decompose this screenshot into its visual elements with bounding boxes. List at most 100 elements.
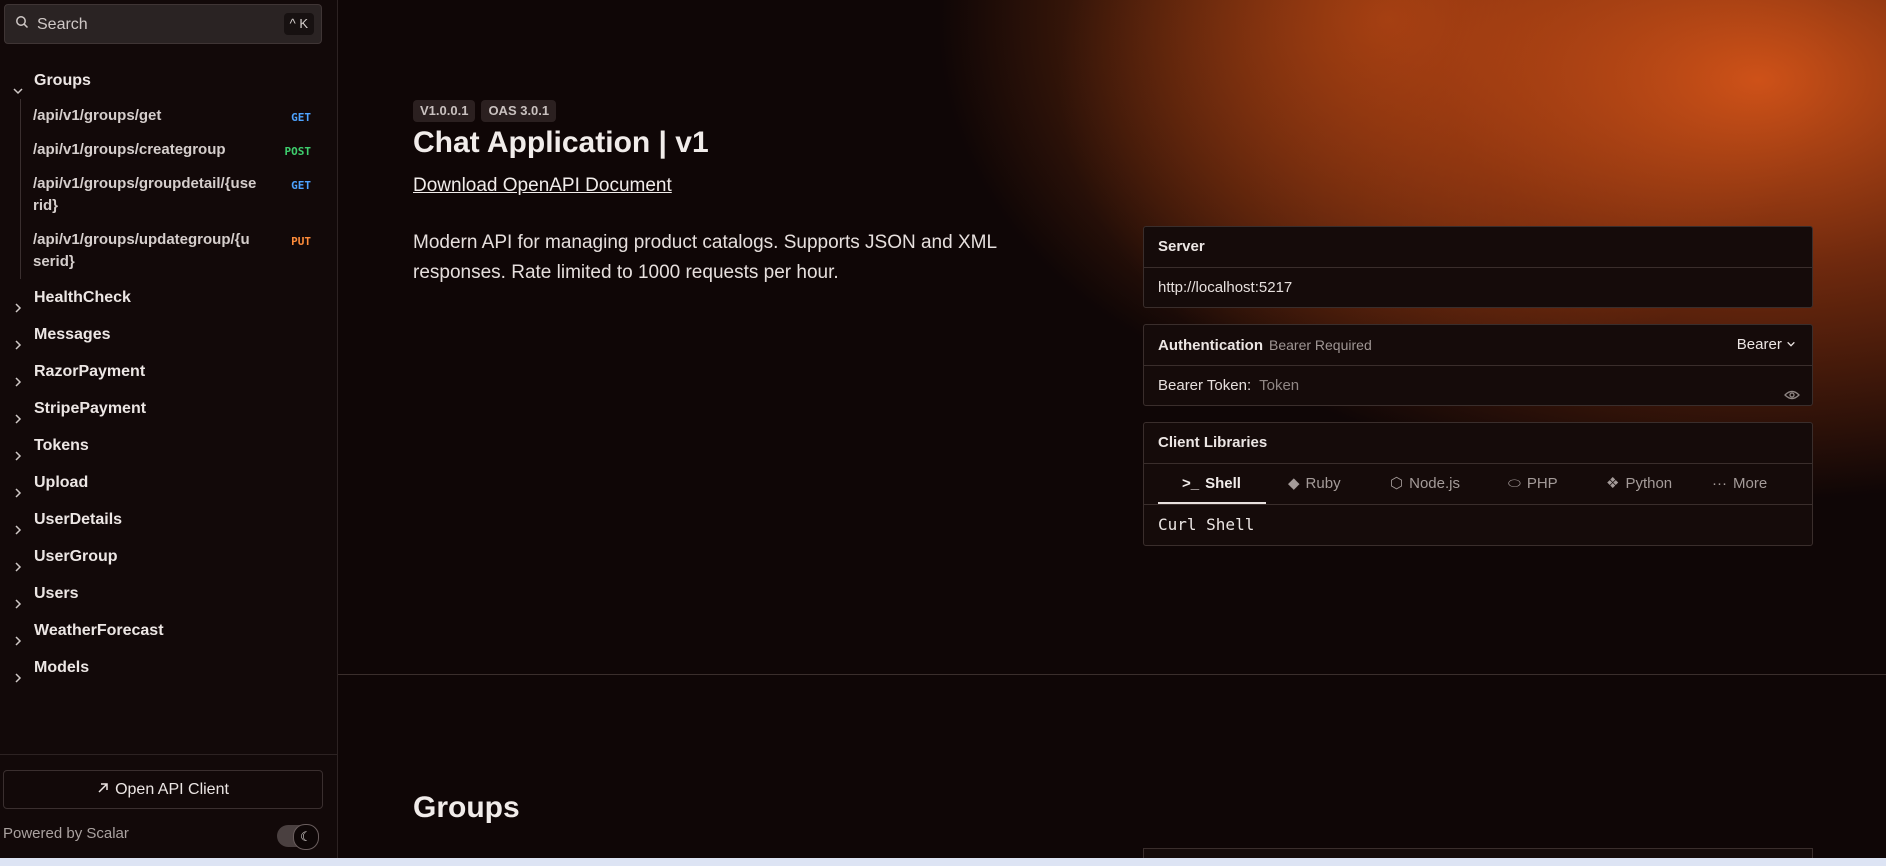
oas-badge: OAS 3.0.1 — [481, 100, 557, 122]
python-icon: ❖ — [1606, 475, 1620, 492]
ellipsis-icon: ··· — [1712, 475, 1727, 492]
sidebar-group-label: Users — [34, 585, 79, 602]
sidebar-group-models[interactable]: Models — [0, 649, 337, 686]
code-snippet: Curl Shell — [1158, 515, 1255, 534]
sidebar-group-userdetails[interactable]: UserDetails — [0, 501, 337, 538]
sidebar-group-label: StripePayment — [34, 400, 147, 417]
sidebar-footer: Open API Client Powered by Scalar ☾ — [0, 754, 337, 859]
client-libraries-label: Client Libraries — [1144, 423, 1812, 464]
sidebar-group-label: Messages — [34, 326, 111, 343]
tab-more[interactable]: ··· More — [1712, 464, 1767, 504]
sidebar-group-weatherforecast[interactable]: WeatherForecast — [0, 612, 337, 649]
authentication-label: Authentication — [1158, 337, 1263, 354]
sidebar-group-label: Tokens — [34, 437, 89, 454]
sidebar-group-label: UserDetails — [34, 511, 123, 528]
bearer-token-placeholder: Token — [1259, 377, 1300, 394]
sidebar-group-messages[interactable]: Messages — [0, 316, 337, 353]
sidebar-group-label: HealthCheck — [34, 289, 131, 306]
sidebar-item-groups-updategroup[interactable]: /api/v1/groups/updategroup/{userid} PUT — [21, 223, 337, 279]
tab-shell[interactable]: >_ Shell — [1182, 464, 1241, 504]
tab-label: Node.js — [1409, 475, 1460, 492]
chevron-right-icon — [12, 661, 24, 698]
search-placeholder: Search — [37, 16, 88, 33]
tab-python[interactable]: ❖ Python — [1606, 464, 1672, 504]
sidebar-group-label: RazorPayment — [34, 363, 146, 380]
sidebar: Search ^ K Groups /api/v1/groups/get GET… — [0, 0, 338, 858]
tab-label: Python — [1625, 475, 1673, 492]
tab-label: Shell — [1205, 475, 1241, 492]
sidebar-group-usergroup[interactable]: UserGroup — [0, 538, 337, 575]
sidebar-group-razorpayment[interactable]: RazorPayment — [0, 353, 337, 390]
chevron-down-icon — [1786, 336, 1796, 353]
open-api-client-label: Open API Client — [115, 781, 229, 798]
server-url-select[interactable]: http://localhost:5217 — [1144, 268, 1812, 307]
client-libraries-card: Client Libraries >_ Shell ◆ Ruby ⬡ Node.js … — [1143, 422, 1813, 546]
server-card: Server http://localhost:5217 — [1143, 226, 1813, 308]
php-icon: ⬭ — [1508, 475, 1521, 492]
search-input[interactable]: Search ^ K — [4, 4, 322, 44]
sidebar-group-upload[interactable]: Upload — [0, 464, 337, 501]
active-tab-indicator — [1158, 502, 1266, 504]
search-icon — [15, 15, 29, 34]
tab-nodejs[interactable]: ⬡ Node.js — [1390, 464, 1460, 504]
tab-ruby[interactable]: ◆ Ruby — [1288, 464, 1341, 504]
sidebar-nav: Groups /api/v1/groups/get GET /api/v1/gr… — [0, 62, 337, 686]
download-openapi-link[interactable]: Download OpenAPI Document — [413, 175, 672, 197]
sidebar-group-groups[interactable]: Groups — [0, 62, 337, 99]
method-badge: GET — [291, 179, 311, 192]
open-api-client-button[interactable]: Open API Client — [3, 770, 323, 809]
terminal-icon: >_ — [1182, 475, 1200, 492]
page-title: Chat Application | v1 — [413, 126, 709, 159]
nodejs-icon: ⬡ — [1390, 475, 1404, 492]
authentication-card: Authentication Bearer Required Bearer Bea… — [1143, 324, 1813, 406]
sidebar-collapsed-groups: HealthCheck Messages RazorPayment StripePay… — [0, 279, 337, 686]
endpoint-card-edge — [1143, 848, 1813, 858]
taskbar-edge — [0, 858, 1886, 866]
client-library-tabs: >_ Shell ◆ Ruby ⬡ Node.js ⬭ PHP ❖ Python ··· M… — [1144, 464, 1812, 505]
auth-scheme-value: Bearer — [1736, 336, 1782, 353]
sidebar-group-healthcheck[interactable]: HealthCheck — [0, 279, 337, 316]
sidebar-item-groups-creategroup[interactable]: /api/v1/groups/creategroup POST — [21, 133, 337, 167]
sidebar-group-label: Models — [34, 659, 90, 676]
sidebar-item-groups-groupdetail[interactable]: /api/v1/groups/groupdetail/{userid} GET — [21, 167, 337, 223]
sidebar-group-label: Groups — [34, 72, 91, 89]
endpoint-path: /api/v1/groups/creategroup — [33, 141, 226, 158]
eye-icon[interactable] — [1784, 378, 1800, 417]
method-badge: GET — [291, 111, 311, 124]
endpoint-path: /api/v1/groups/updategroup/{userid} — [33, 231, 250, 270]
bearer-token-field[interactable]: Bearer Token: Token — [1144, 366, 1812, 405]
section-divider — [338, 674, 1886, 675]
moon-icon: ☾ — [293, 824, 319, 850]
sidebar-group-users[interactable]: Users — [0, 575, 337, 612]
auth-scheme-select[interactable]: Bearer — [1737, 325, 1796, 365]
ruby-icon: ◆ — [1288, 475, 1300, 492]
endpoint-path: /api/v1/groups/get — [33, 107, 162, 124]
version-badge: V1.0.0.1 — [413, 100, 476, 122]
sidebar-group-label: UserGroup — [34, 548, 118, 565]
api-description: Modern API for managing product catalogs… — [413, 232, 997, 283]
tab-label: Ruby — [1305, 475, 1341, 492]
version-badges: V1.0.0.1 OAS 3.0.1 — [413, 100, 562, 122]
authentication-header: Authentication Bearer Required Bearer — [1144, 325, 1812, 366]
sidebar-group-label: Upload — [34, 474, 89, 491]
sidebar-group-stripepayment[interactable]: StripePayment — [0, 390, 337, 427]
tab-label: PHP — [1526, 475, 1558, 492]
powered-by-link[interactable]: Powered by Scalar — [3, 825, 129, 842]
sidebar-group-label: WeatherForecast — [34, 622, 164, 639]
endpoint-path: /api/v1/groups/groupdetail/{userid} — [33, 175, 257, 214]
server-label: Server — [1144, 227, 1812, 268]
sidebar-item-groups-get[interactable]: /api/v1/groups/get GET — [21, 99, 337, 133]
method-badge: PUT — [291, 235, 311, 248]
bearer-required-text: Bearer Required — [1269, 337, 1372, 353]
dark-mode-toggle[interactable]: ☾ — [277, 824, 319, 850]
search-shortcut-badge: ^ K — [283, 13, 314, 35]
tab-label: More — [1733, 475, 1768, 492]
bearer-token-label: Bearer Token: — [1158, 377, 1252, 394]
external-link-icon — [97, 771, 109, 808]
sidebar-group-tokens[interactable]: Tokens — [0, 427, 337, 464]
tab-php[interactable]: ⬭ PHP — [1508, 464, 1558, 504]
main-content: V1.0.0.1 OAS 3.0.1 Chat Application | v1 … — [338, 0, 1886, 858]
section-heading-groups: Groups — [413, 791, 520, 824]
method-badge: POST — [284, 145, 312, 158]
sidebar-group-children: /api/v1/groups/get GET /api/v1/groups/cr… — [20, 99, 337, 279]
